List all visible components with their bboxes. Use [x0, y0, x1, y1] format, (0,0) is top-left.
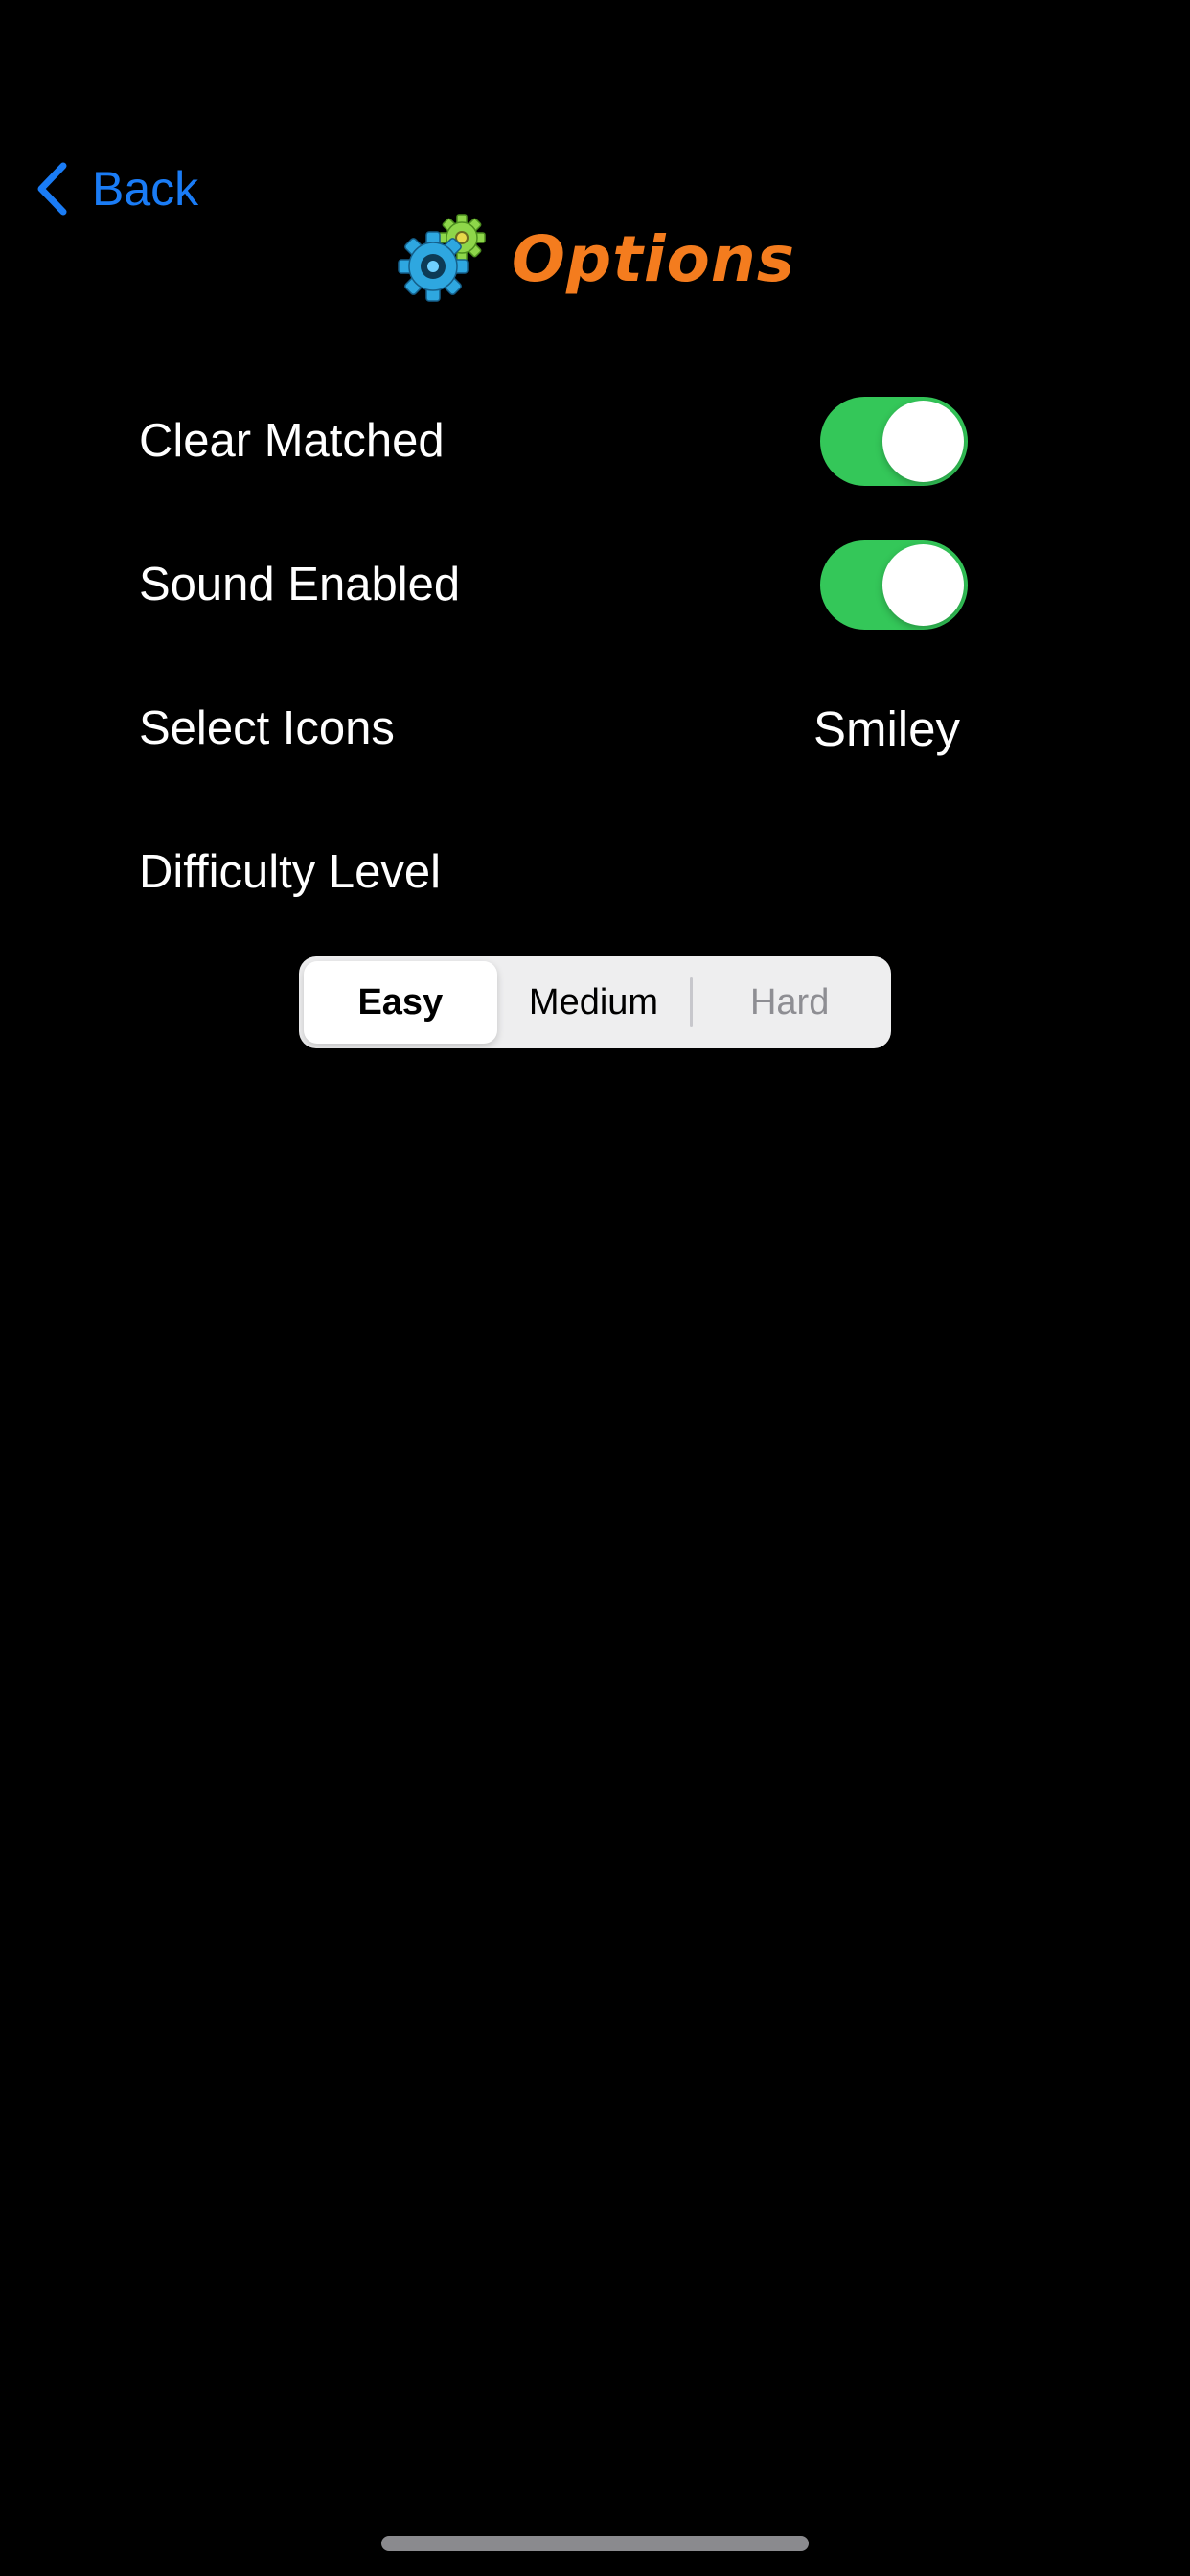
clear-matched-label: Clear Matched [139, 415, 445, 467]
page-header: Options [0, 205, 1190, 312]
page-title: Options [511, 221, 796, 296]
segment-medium[interactable]: Medium [497, 961, 691, 1044]
select-icons-value[interactable]: Smiley [813, 701, 960, 757]
toggle-knob [882, 543, 964, 626]
sound-enabled-row: Sound Enabled [139, 537, 968, 632]
difficulty-segmented-control: Easy Medium Hard [299, 956, 891, 1048]
select-icons-label: Select Icons [139, 702, 395, 754]
clear-matched-row: Clear Matched [139, 393, 968, 489]
clear-matched-toggle[interactable] [820, 396, 968, 486]
sound-enabled-label: Sound Enabled [139, 559, 461, 610]
difficulty-level-row: Difficulty Level [139, 824, 968, 920]
segment-easy[interactable]: Easy [304, 961, 497, 1044]
home-indicator[interactable] [381, 2536, 809, 2551]
select-icons-row[interactable]: Select Icons Smiley [139, 680, 968, 776]
difficulty-level-label: Difficulty Level [139, 846, 442, 898]
sound-enabled-toggle[interactable] [820, 540, 968, 630]
segment-hard: Hard [749, 981, 830, 1023]
gears-icon [395, 209, 494, 309]
toggle-knob [882, 400, 964, 482]
